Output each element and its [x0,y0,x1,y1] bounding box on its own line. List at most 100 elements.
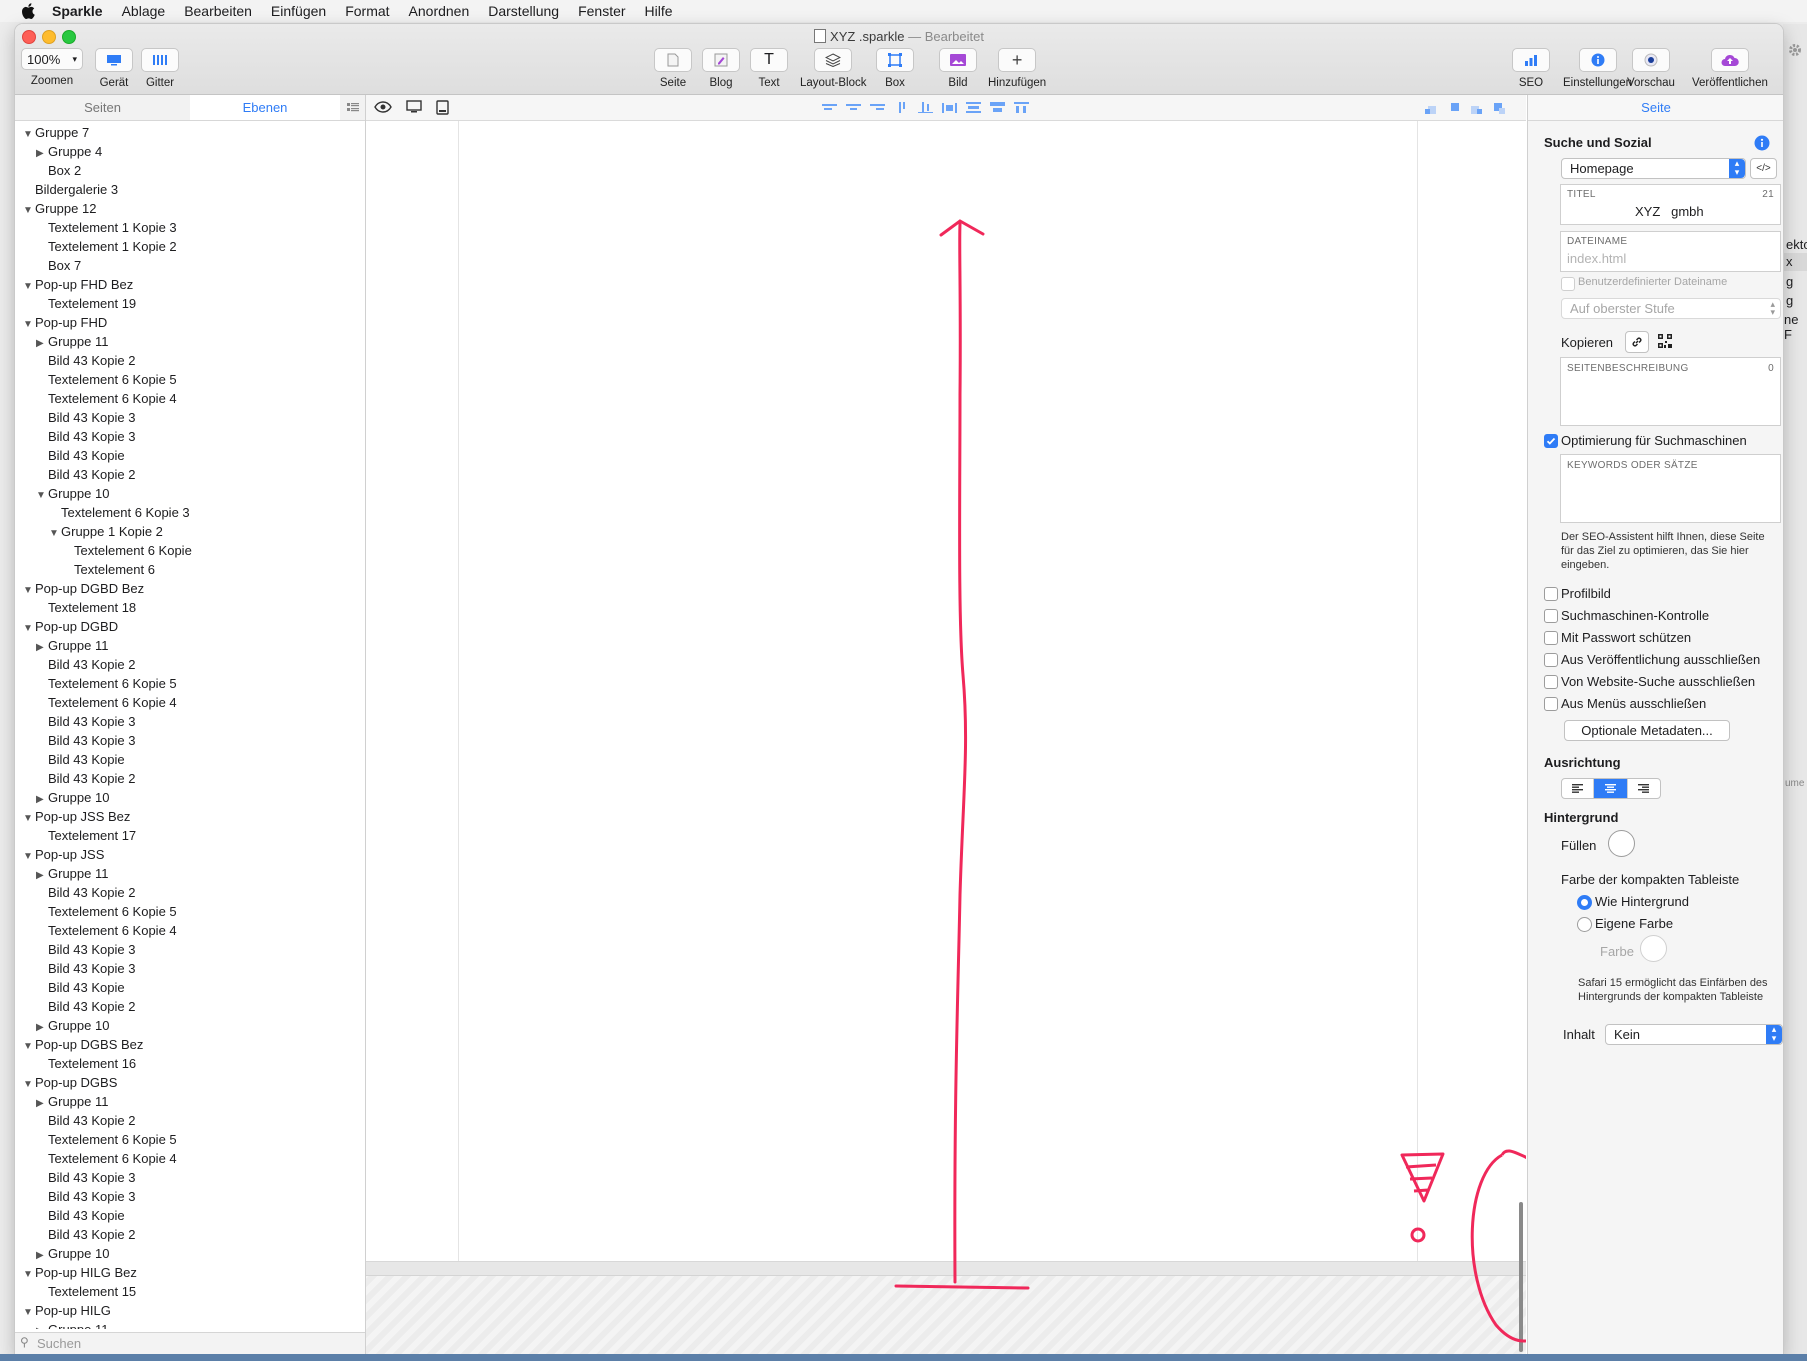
align-left-button[interactable] [1562,779,1595,798]
layer-row[interactable]: ▶Gruppe 11 [15,864,108,883]
tab-bar-color-well[interactable] [1640,935,1667,962]
layer-row[interactable]: Textelement 6 Kopie 5 [15,370,177,389]
layer-row[interactable]: Bild 43 Kopie 3 [15,940,135,959]
layer-row[interactable]: Box 7 [15,256,81,275]
fill-color-well[interactable] [1608,830,1635,857]
titel-field[interactable]: TITEL 21 XYZ gmbh [1560,184,1781,225]
tab-seiten[interactable]: Seiten [15,95,190,120]
layer-row[interactable]: Textelement 16 [15,1054,136,1073]
layer-search[interactable]: ⚲ Suchen [15,1332,365,1354]
layer-row[interactable]: ▼ Pop-up DGBD [15,617,118,636]
layer-row[interactable]: Bild 43 Kopie 3 [15,731,135,750]
password-checkbox[interactable] [1544,631,1558,645]
layer-row[interactable]: Bild 43 Kopie 3 [15,712,135,731]
layer-row[interactable]: Bild 43 Kopie [15,750,125,769]
layer-row[interactable]: Textelement 6 Kopie 4 [15,921,177,940]
layer-row[interactable]: ▼ Pop-up FHD Bez [15,275,133,294]
align-right-button[interactable] [1626,779,1660,798]
add-element-button[interactable]: + [998,48,1037,72]
custom-filename-checkbox[interactable] [1561,277,1575,291]
layer-row[interactable]: ▼ Pop-up DGBD Bez [15,579,144,598]
layer-row[interactable]: ▶Gruppe 11 [15,636,108,655]
add-blog-button[interactable] [702,48,740,72]
tab-ebenen[interactable]: Ebenen [190,95,340,120]
menu-app[interactable]: Sparkle [52,3,103,19]
menu-fenster[interactable]: Fenster [578,3,625,19]
layer-row[interactable]: ▶ Gruppe 10 [15,788,109,807]
copy-link-button[interactable] [1625,331,1649,353]
layer-row[interactable]: ▼ Gruppe 12 [15,199,96,218]
list-options-button[interactable] [340,95,365,120]
zoom-select[interactable]: 100% ▾ [21,48,83,70]
layer-row[interactable]: Textelement 18 [15,598,136,617]
layer-row[interactable]: Bild 43 Kopie 3 [15,408,135,427]
layer-row[interactable]: Textelement 19 [15,294,136,313]
exclude-search-checkbox[interactable] [1544,675,1558,689]
layer-row[interactable]: Textelement 6 Kopie 4 [15,693,177,712]
layer-row[interactable]: Textelement 6 Kopie 4 [15,1149,177,1168]
layer-row[interactable]: Textelement 1 Kopie 2 [15,237,177,256]
layer-row[interactable]: Bild 43 Kopie 3 [15,959,135,978]
layer-row[interactable]: ▼ Pop-up FHD [15,313,107,332]
layer-row[interactable]: ▼ Pop-up DGBS [15,1073,117,1092]
menu-format[interactable]: Format [345,3,389,19]
settings-button[interactable] [1578,48,1617,72]
layer-row[interactable]: Bild 43 Kopie 2 [15,883,135,902]
search-control-checkbox[interactable] [1544,609,1558,623]
parent-select[interactable]: Auf oberster Stufe ▴ ▾ [1561,298,1781,319]
layer-row[interactable]: ▼ Gruppe 7 [15,123,89,142]
layer-row[interactable]: ▼ Pop-up HILG [15,1301,111,1320]
profilbild-checkbox[interactable] [1544,587,1558,601]
grid-button[interactable] [141,48,179,72]
exclude-publish-checkbox[interactable] [1544,653,1558,667]
layer-row[interactable]: ▼ Pop-up HILG Bez [15,1263,137,1282]
code-button[interactable]: </> [1750,158,1777,179]
layer-row[interactable]: Textelement 6 Kopie 4 [15,389,177,408]
layer-row[interactable]: ▼ Gruppe 1 Kopie 2 [15,522,163,541]
exclude-menus-checkbox[interactable] [1544,697,1558,711]
layer-row[interactable]: Bild 43 Kopie [15,446,125,465]
menu-einfuegen[interactable]: Einfügen [271,3,326,19]
dateiname-field[interactable]: DATEINAME index.html [1560,231,1781,272]
add-layout-block-button[interactable] [814,48,853,72]
info-icon[interactable] [1754,135,1770,154]
radio-eigene-farbe[interactable] [1577,917,1592,932]
layer-row[interactable]: ▶ Gruppe 4 [15,142,102,161]
menu-hilfe[interactable]: Hilfe [645,3,673,19]
tab-seite[interactable]: Seite [1528,95,1783,121]
layer-row[interactable]: Box 2 [15,161,81,180]
qr-code-button[interactable] [1654,331,1676,351]
layer-row[interactable]: ▼ Pop-up JSS Bez [15,807,130,826]
align-center-button[interactable] [1594,779,1627,798]
seo-optimization-checkbox[interactable] [1544,434,1558,448]
layer-row[interactable]: ▼ Gruppe 10 [15,484,109,503]
publish-button[interactable] [1710,48,1749,72]
layer-row[interactable]: Bild 43 Kopie [15,1206,125,1225]
layer-row[interactable]: ▶ Gruppe 10 [15,1016,109,1035]
disclosure-closed-icon[interactable]: ▶ [36,1322,48,1329]
layer-row[interactable]: Textelement 6 Kopie 5 [15,902,177,921]
layer-row[interactable]: Bild 43 Kopie 3 [15,427,135,446]
layer-row[interactable]: ▶ Gruppe 10 [15,1244,109,1263]
add-image-button[interactable] [939,48,977,72]
layer-row[interactable]: ▶Gruppe 11 [15,1320,108,1329]
add-page-button[interactable] [654,48,692,72]
menu-bearbeiten[interactable]: Bearbeiten [184,3,252,19]
add-text-button[interactable]: T [750,48,788,72]
layer-row[interactable]: Bild 43 Kopie 2 [15,351,135,370]
menu-anordnen[interactable]: Anordnen [409,3,470,19]
layer-row[interactable]: Bildergalerie 3 [15,180,118,199]
layer-row[interactable]: Bild 43 Kopie 2 [15,769,135,788]
radio-wie-hintergrund[interactable] [1577,895,1592,910]
layer-row[interactable]: Bild 43 Kopie 3 [15,1187,135,1206]
optional-metadata-button[interactable]: Optionale Metadaten... [1564,720,1730,741]
keywords-field[interactable]: KEYWORDS ODER SÄTZE [1560,454,1781,523]
layer-row[interactable]: Textelement 6 Kopie 5 [15,1130,177,1149]
layer-row[interactable]: Textelement 17 [15,826,136,845]
layer-row[interactable]: ▶Gruppe 11 [15,332,108,351]
seo-button[interactable] [1512,48,1550,72]
layer-row[interactable]: Bild 43 Kopie [15,978,125,997]
layer-row[interactable]: Bild 43 Kopie 3 [15,1168,135,1187]
layer-row[interactable]: Textelement 15 [15,1282,136,1301]
layer-row[interactable]: ▼ Pop-up DGBS Bez [15,1035,143,1054]
